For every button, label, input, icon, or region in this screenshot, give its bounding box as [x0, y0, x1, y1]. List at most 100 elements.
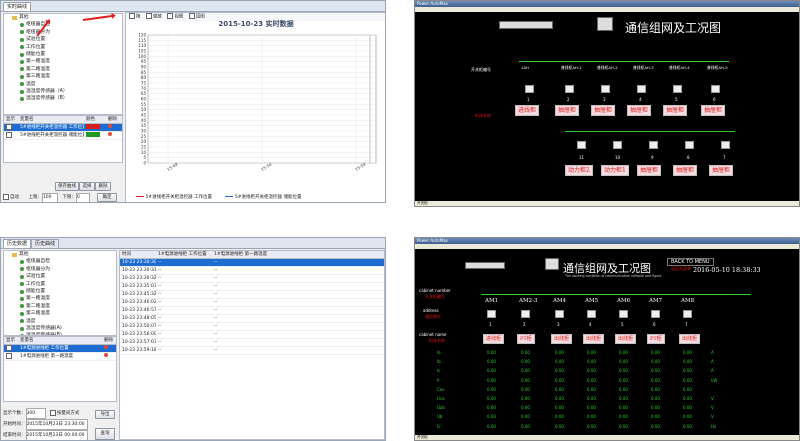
upper-limit-input[interactable]: 100	[41, 193, 58, 202]
table-row[interactable]: 10-23 23:56:00 -- --	[120, 331, 384, 339]
list-header: 显示 变量名 颜色 删除	[4, 116, 122, 124]
table-row[interactable]: 10-23 23:50:07 -- --	[120, 323, 384, 331]
export-button[interactable]: 导出	[95, 410, 115, 419]
start-time-input[interactable]: 2015年10月23日 23:30:00	[25, 419, 88, 430]
cabinet-label[interactable]: 出线柜	[551, 334, 573, 344]
list-row[interactable]: 5#进线柜开关柜温控器 工作位置	[4, 124, 122, 132]
cabinet-label[interactable]: 进线柜	[483, 334, 505, 344]
diagram-subtitle: The working condition of communication n…	[565, 274, 662, 278]
tree-item[interactable]: 第三路温度	[4, 73, 122, 80]
cabinet-label[interactable]: PT柜	[517, 334, 535, 344]
show-checkbox[interactable]	[6, 345, 12, 351]
y-tick-label: 5	[143, 155, 146, 160]
tree-item[interactable]: 枢纽器自检	[4, 21, 122, 28]
tree-item[interactable]: 第三路温度	[4, 310, 116, 317]
table-row[interactable]: 10-23 23:35:03 -- --	[120, 283, 384, 291]
tree-item[interactable]: 温度	[4, 81, 122, 88]
apply-button[interactable]: 确定	[97, 193, 117, 202]
cabinet-label[interactable]: 抽屉柜	[555, 105, 580, 116]
table-row[interactable]: 10-23 23:30:30 -- --	[120, 259, 384, 267]
cabinet-label[interactable]: 进线柜	[515, 105, 540, 116]
delete-icon[interactable]	[108, 132, 112, 136]
table-row[interactable]: 10-23 23:46:57 -- --	[120, 307, 384, 315]
address-value: 1	[489, 322, 492, 327]
delete-icon[interactable]	[104, 345, 108, 349]
cabinet-label[interactable]: 动力柜1	[601, 165, 629, 176]
cabinet-label[interactable]: 抽屉柜	[591, 105, 616, 116]
list-row[interactable]: 1#电源进线柜 第一路温度	[4, 353, 116, 361]
tree-item[interactable]: 第一路温度	[4, 58, 122, 65]
back-to-menu-button[interactable]: BACK TO MENU	[667, 258, 714, 266]
delete-icon[interactable]	[104, 353, 108, 357]
tab-history-curve[interactable]: 历史曲线	[31, 238, 60, 248]
cabinet-label[interactable]: 出线柜	[615, 334, 637, 344]
show-checkbox[interactable]	[6, 124, 12, 130]
measurement-unit: V	[711, 414, 714, 420]
select-button[interactable]: 选择	[79, 182, 95, 191]
y-tick-label: 95	[141, 59, 147, 64]
variable-icon	[20, 319, 24, 324]
cabinet-label[interactable]: 抽屉柜	[637, 165, 662, 176]
query-button[interactable]: 查询	[95, 428, 115, 440]
tree-item[interactable]: 工作位置	[4, 44, 122, 51]
cabinet-label[interactable]: 抽屉柜	[673, 165, 698, 176]
y-tick-label: 25	[141, 134, 147, 139]
save-curve-button[interactable]: 保存曲线	[55, 182, 79, 191]
tab-realtime-curve[interactable]: 实时曲线	[3, 1, 32, 11]
tree-item[interactable]: 第二路温度	[4, 66, 122, 73]
cabinet-label[interactable]: 抽屉柜	[709, 165, 734, 176]
cabinet-label[interactable]: PT柜	[647, 334, 665, 344]
table-row[interactable]: 10-23 23:45:32 -- --	[120, 291, 384, 299]
cabinet-label[interactable]: 抽屉柜	[627, 105, 652, 116]
tree-item[interactable]: 试验位置	[4, 273, 116, 280]
tree-item[interactable]: 第一路温度	[4, 295, 116, 302]
tree-item[interactable]: 储能位置	[4, 51, 122, 58]
table-row[interactable]: 10-23 23:46:02 -- --	[120, 299, 384, 307]
mode-checkbox[interactable]	[49, 409, 56, 416]
table-row[interactable]: 10-23 23:57:03 -- --	[120, 339, 384, 347]
color-swatch[interactable]	[86, 124, 100, 129]
measurement-unit: A	[711, 368, 714, 374]
tab-history-data[interactable]: 历史数据	[3, 238, 32, 248]
cabinet-label[interactable]: 抽屉柜	[701, 105, 726, 116]
table-row[interactable]: 10-23 23:30:32 -- --	[120, 275, 384, 283]
address-value: 11	[579, 155, 585, 160]
tree-item[interactable]: 储能位置	[4, 288, 116, 295]
cabinet-label[interactable]: 出线柜	[679, 334, 701, 344]
tree-item[interactable]: 枢纽器分为	[4, 266, 116, 273]
table-row[interactable]: 10-23 23:30:31 -- --	[120, 267, 384, 275]
end-time-input[interactable]: 2015年10月23日 00:00:00	[25, 430, 88, 440]
autoscale-checkbox[interactable]	[3, 193, 9, 200]
show-checkbox[interactable]	[6, 353, 12, 359]
delete-button[interactable]: 删除	[95, 182, 111, 191]
lower-limit-input[interactable]: 0	[75, 193, 90, 202]
tree-root[interactable]: 其他	[4, 251, 116, 258]
measurement-value: 0.00	[619, 414, 628, 420]
device-icon	[587, 310, 596, 318]
tree-item[interactable]: 枢纽器分为	[4, 29, 122, 36]
tree-item[interactable]: 温湿度传感器（A）	[4, 88, 122, 95]
tree-item[interactable]: 温湿度传感器（B）	[4, 95, 122, 102]
variable-icon	[20, 304, 24, 309]
cabinet-label[interactable]: 抽屉柜	[663, 105, 688, 116]
measurement-value: 0.00	[651, 359, 660, 365]
tree-item[interactable]: 试验位置	[4, 36, 122, 43]
tree-item[interactable]: 温湿度传感器(A)	[4, 325, 116, 332]
cabinet-label[interactable]: 出线柜	[583, 334, 605, 344]
tree-item[interactable]: 工作位置	[4, 281, 116, 288]
list-row[interactable]: 5#进线柜开关柜温控器 储能位置	[4, 132, 122, 140]
list-row[interactable]: 1#电源进线柜 工作位置	[4, 345, 116, 353]
show-checkbox[interactable]	[6, 132, 12, 138]
legend-swatch-red	[136, 196, 144, 197]
table-row[interactable]: 10-23 23:48:05 -- --	[120, 315, 384, 323]
tree-item[interactable]: 枢纽器自检	[4, 258, 116, 265]
color-swatch[interactable]	[86, 132, 100, 137]
count-input[interactable]: 300	[25, 408, 46, 419]
delete-icon[interactable]	[108, 124, 112, 128]
tree-item[interactable]: 温度	[4, 318, 116, 325]
table-cell: --	[158, 324, 162, 329]
tree-item[interactable]: 第二路温度	[4, 303, 116, 310]
table-row[interactable]: 10-23 23:59:18 -- --	[120, 347, 384, 355]
cabinet-label[interactable]: 动力柜2	[565, 165, 593, 176]
table-cell: --	[158, 284, 162, 289]
